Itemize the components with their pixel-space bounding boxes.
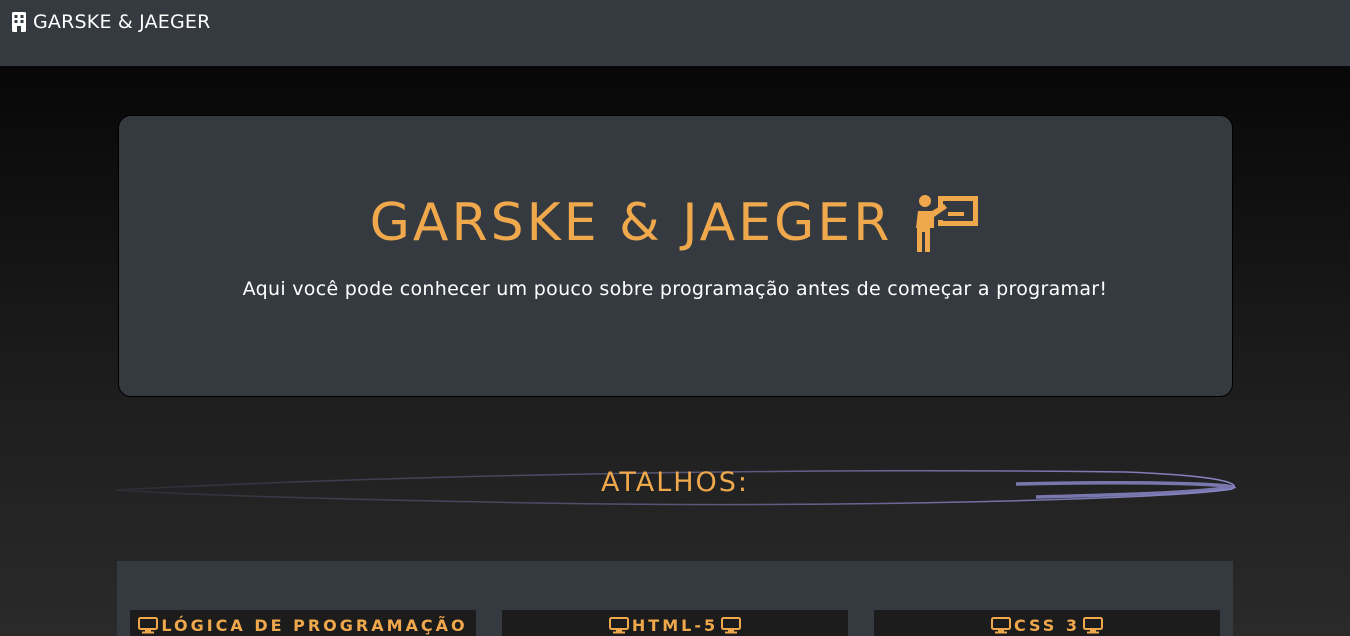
shortcut-css3[interactable]: CSS 3 — [874, 610, 1220, 636]
shortcut-logica[interactable]: LÓGICA DE PROGRAMAÇÃO — [130, 610, 476, 636]
shortcut-label: CSS 3 — [1013, 615, 1081, 635]
navbar-brand[interactable]: GARSKE & JAEGER — [11, 11, 211, 33]
teacher-board-icon — [912, 194, 980, 252]
desktop-icon — [1083, 616, 1104, 634]
hero-title: GARSKE & JAEGER — [0, 190, 1350, 256]
hero-title-text: GARSKE & JAEGER — [369, 193, 893, 253]
desktop-icon — [608, 616, 629, 634]
shortcut-label: LÓGICA DE PROGRAMAÇÃO — [161, 615, 468, 635]
navbar: GARSKE & JAEGER — [0, 0, 1350, 66]
desktop-icon — [990, 616, 1011, 634]
hero-subtitle: Aqui você pode conhecer um pouco sobre p… — [242, 278, 1108, 300]
desktop-icon — [721, 616, 742, 634]
shortcut-label: HTML-5 — [631, 615, 719, 635]
building-icon — [11, 12, 27, 32]
desktop-icon — [138, 616, 159, 634]
section-title: ATALHOS: — [600, 467, 750, 498]
hero-panel — [118, 115, 1233, 397]
brand-label: GARSKE & JAEGER — [33, 11, 211, 33]
shortcut-html5[interactable]: HTML-5 — [502, 610, 848, 636]
